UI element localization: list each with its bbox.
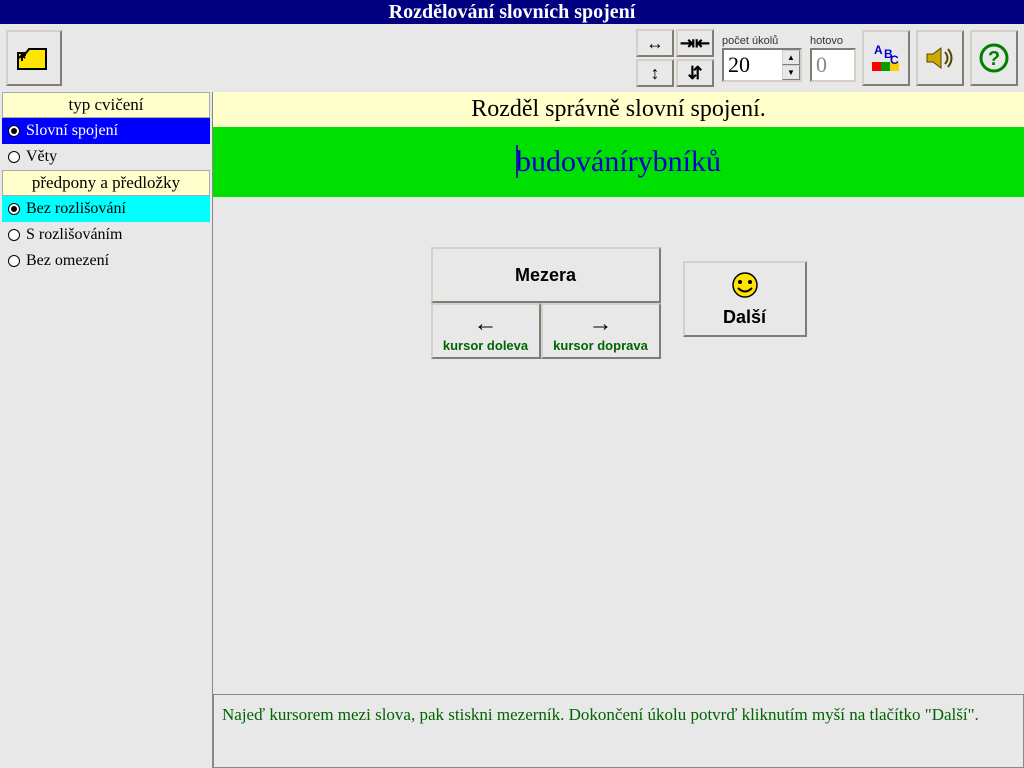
tasks-count-value[interactable]: 20 [724,52,782,78]
sidebar-item-vety[interactable]: Věty [2,144,210,170]
speaker-icon [925,45,955,71]
tasks-count-group: počet úkolů 20 ▲ ▼ [722,35,802,82]
next-button[interactable]: Další [683,261,807,337]
sidebar-item-label: Bez omezení [26,252,109,270]
nav-expand-v-button[interactable]: ↕ [636,59,674,87]
tasks-up-button[interactable]: ▲ [782,50,800,65]
radio-icon [8,229,20,241]
folder-up-icon [16,43,52,73]
tasks-count-label: počet úkolů [722,35,802,47]
sidebar-group2-header: předpony a předložky [2,170,210,196]
sidebar-group1-header: typ cvičení [2,92,210,118]
svg-text:A: A [874,43,883,57]
smiley-icon [731,271,759,299]
done-count-value: 0 [812,52,854,78]
arrows-in-h-icon: ⇥⇤ [680,33,710,54]
cursor-left-label: kursor doleva [443,338,528,353]
space-button[interactable]: Mezera [431,247,661,303]
sidebar-item-bez-omezeni[interactable]: Bez omezení [2,248,210,274]
sidebar: typ cvičení Slovní spojení Věty předpony… [0,92,212,768]
nav-collapse-v-button[interactable]: ⇵ [676,59,714,87]
done-count-label: hotovo [810,35,856,47]
cursor-controls: Mezera ← kursor doleva → kursor doprava [431,247,661,359]
tasks-down-button[interactable]: ▼ [782,65,800,80]
done-count-group: hotovo 0 [810,35,856,82]
cursor-left-button[interactable]: ← kursor doleva [431,303,541,359]
arrows-out-h-icon: ↔ [646,33,664,54]
sidebar-item-label: Bez rozlišování [26,200,126,218]
hint-text: Najeď kursorem mezi slova, pak stiskni m… [213,694,1024,768]
arrows-out-v-icon: ↕ [651,63,660,84]
instruction-text: Rozděl správně slovní spojení. [213,92,1024,127]
radio-icon [8,151,20,163]
sidebar-item-s-rozlisovanim[interactable]: S rozlišováním [2,222,210,248]
arrows-in-v-icon: ⇵ [687,63,702,84]
arrow-left-icon: ← [474,310,498,338]
sidebar-item-label: S rozlišováním [26,226,122,244]
svg-text:C: C [890,53,899,67]
sidebar-item-slovni-spojeni[interactable]: Slovní spojení [2,118,210,144]
arrow-right-icon: → [589,310,613,338]
content-area: Rozděl správně slovní spojení. budovánír… [212,92,1024,768]
sound-button[interactable] [916,30,964,86]
cursor-right-label: kursor doprava [553,338,648,353]
toolbar: ↔ ⇥⇤ ↕ ⇵ počet úkolů 20 ▲ ▼ hotovo 0 [0,24,1024,92]
abc-color-icon: A B C [870,42,902,74]
nav-arrows-group: ↔ ⇥⇤ ↕ ⇵ [636,29,714,87]
help-button[interactable]: ? [970,30,1018,86]
nav-collapse-h-button[interactable]: ⇥⇤ [676,29,714,57]
cursor-right-button[interactable]: → kursor doprava [541,303,661,359]
svg-text:?: ? [988,48,1000,70]
sidebar-item-bez-rozlisovani[interactable]: Bez rozlišování [2,196,210,222]
open-folder-button[interactable] [6,30,62,86]
radio-icon [8,125,20,137]
sidebar-item-label: Věty [26,148,57,166]
radio-icon [8,203,20,215]
next-button-label: Další [723,307,766,328]
sidebar-item-label: Slovní spojení [26,122,118,140]
window-title: Rozdělování slovních spojení [0,0,1024,24]
radio-icon [8,255,20,267]
nav-expand-h-button[interactable]: ↔ [636,29,674,57]
help-icon: ? [979,43,1009,73]
puzzle-text[interactable]: budovánírybníků [213,127,1024,197]
abc-color-button[interactable]: A B C [862,30,910,86]
